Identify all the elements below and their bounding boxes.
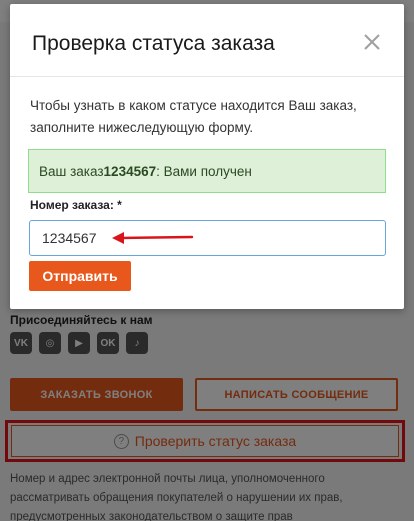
order-number-label: Номер заказа: * [30,198,122,212]
arrow-annotation-icon [112,232,194,244]
modal-divider [10,76,404,77]
alert-status: : Вами получен [156,163,252,179]
order-number-input[interactable] [29,220,386,256]
close-button[interactable] [358,28,386,56]
alert-order-number: 1234567 [103,163,157,179]
modal-title: Проверка статуса заказа [32,32,275,55]
order-status-modal: Проверка статуса заказа Чтобы узнать в к… [10,4,404,309]
status-alert: Ваш заказ 1234567 : Вами получен [28,149,386,193]
submit-button[interactable]: Отправить [29,261,131,291]
modal-description: Чтобы узнать в каком статусе находится В… [30,98,357,135]
close-icon [364,34,380,50]
alert-prefix: Ваш заказ [39,163,104,179]
